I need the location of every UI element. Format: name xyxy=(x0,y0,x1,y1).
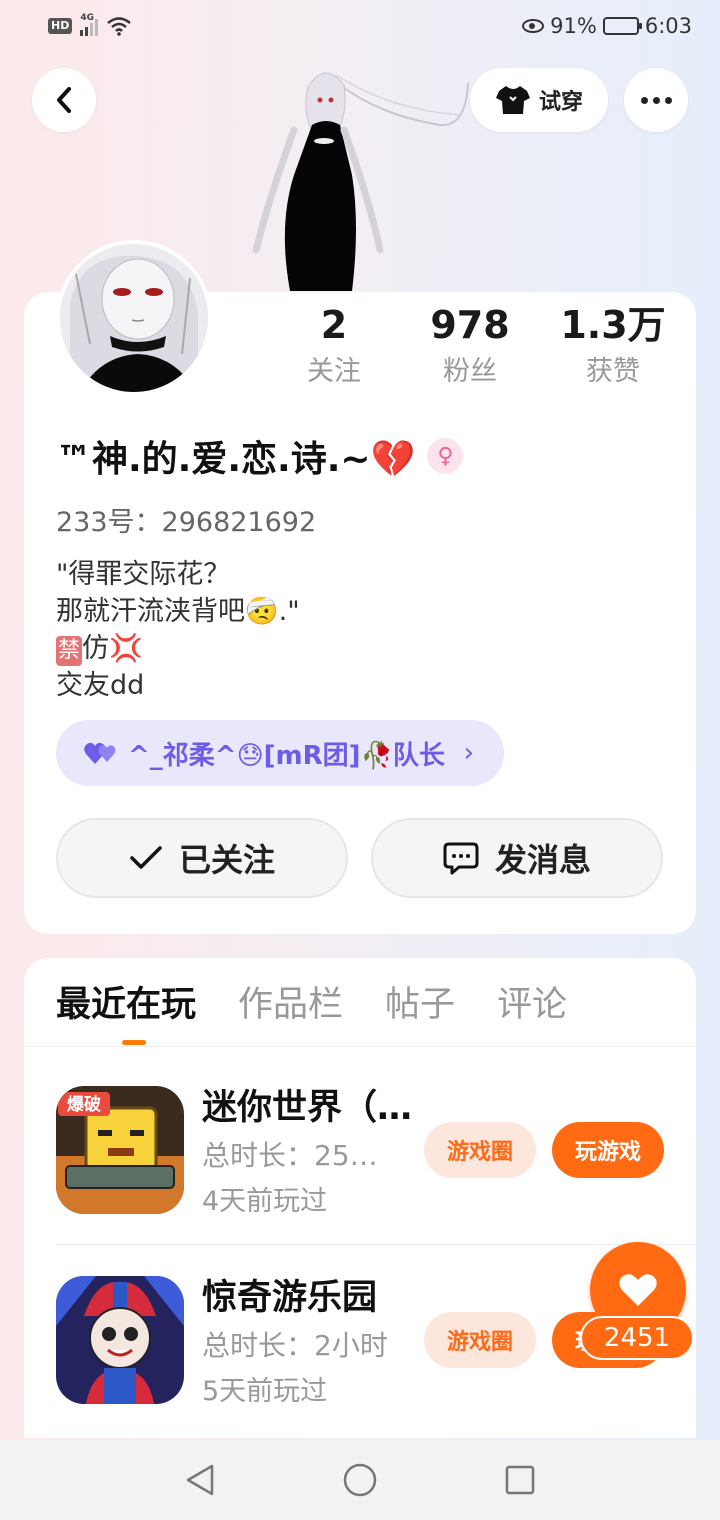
heart-icon xyxy=(619,1274,657,1306)
more-button[interactable] xyxy=(624,68,688,132)
bio-line-1: "得罪交际花？ xyxy=(56,559,231,590)
fans-label: 粉丝 xyxy=(443,356,497,387)
battery-icon xyxy=(602,17,642,35)
triangle-back-icon xyxy=(186,1464,214,1496)
game-duration: 总时长：25… xyxy=(202,1139,378,1172)
list-item[interactable]: 爆破 迷你世界（… 总时长：25… 4天前玩过 游戏圈 玩游戏 xyxy=(56,1086,696,1266)
game-name: 惊奇游乐园 xyxy=(202,1278,378,1318)
mini-world-game-icon[interactable]: 爆破 xyxy=(56,1086,184,1214)
nav-home-button[interactable] xyxy=(342,1462,378,1498)
avatar-figure-image xyxy=(252,72,469,291)
tab-works[interactable]: 作品栏 xyxy=(238,980,343,1040)
fans-count: 978 xyxy=(430,303,510,347)
followed-label: 已关注 xyxy=(178,841,275,879)
message-button[interactable]: 发消息 xyxy=(371,818,663,898)
row-divider xyxy=(56,1244,696,1245)
eye-comfort-icon xyxy=(522,19,545,33)
play-game-button[interactable]: 玩游戏 xyxy=(552,1122,664,1178)
team-name: ^_祁柔^😓[mR团]🥀队长 xyxy=(128,740,445,771)
system-nav-bar xyxy=(0,1440,720,1520)
tab-indicator xyxy=(122,1040,146,1045)
username: ™神.的.爱.恋.诗.~💔 xyxy=(56,439,416,480)
checkmark-icon xyxy=(130,846,162,869)
battery-percent: 91% xyxy=(550,14,597,38)
username-row: ™神.的.爱.恋.诗.~💔 ♀ xyxy=(56,430,464,482)
game-circle-button[interactable]: 游戏圈 xyxy=(424,1122,536,1178)
game-circle-button[interactable]: 游戏圈 xyxy=(424,1312,536,1368)
nav-back-button[interactable] xyxy=(182,1462,218,1498)
female-icon: ♀ xyxy=(427,438,464,474)
status-bar: HD 4G 91% 6:03 xyxy=(0,0,720,58)
square-recents-icon xyxy=(505,1465,535,1495)
try-on-button[interactable]: 试穿 xyxy=(470,68,608,132)
double-heart-icon xyxy=(84,742,116,764)
hd-badge: HD xyxy=(48,18,73,34)
game-last-played: 5天前玩过 xyxy=(202,1376,328,1407)
back-button[interactable] xyxy=(32,68,96,132)
chevron-right-icon: › xyxy=(463,738,474,768)
circle-home-icon xyxy=(343,1463,377,1497)
clock: 6:03 xyxy=(644,14,692,38)
message-label: 发消息 xyxy=(494,841,591,879)
ban-badge: 禁 xyxy=(56,636,83,666)
game-duration: 总时长：2小时 xyxy=(202,1329,388,1362)
bio-line-4: 交友dd xyxy=(56,670,145,701)
bio-line-2: 那就汗流浃背吧🤕." xyxy=(56,596,300,627)
game-last-played: 4天前玩过 xyxy=(202,1186,328,1217)
stat-fans[interactable]: 978 粉丝 xyxy=(390,300,550,394)
bio-line-3: 禁仿💢 xyxy=(56,630,300,667)
chevron-left-icon xyxy=(57,87,71,113)
tab-comments[interactable]: 评论 xyxy=(497,980,567,1040)
signal-icon: 4G xyxy=(80,13,99,36)
more-dot-icon xyxy=(664,96,672,104)
followed-button[interactable]: 已关注 xyxy=(56,818,348,898)
avatar-portrait-image xyxy=(60,244,208,392)
like-count: 2451 xyxy=(580,1316,694,1360)
tab-recently-played[interactable]: 最近在玩 xyxy=(56,980,196,1040)
svg-text:爆破: 爆破 xyxy=(67,1094,101,1115)
avatar[interactable] xyxy=(56,240,212,396)
likes-label: 获赞 xyxy=(586,356,640,387)
more-dot-icon xyxy=(652,96,660,104)
amazing-circus-game-icon[interactable] xyxy=(56,1276,184,1404)
team-chip[interactable]: ^_祁柔^😓[mR团]🥀队长 › xyxy=(56,720,504,786)
likes-count: 1.3万 xyxy=(560,303,666,347)
tab-posts[interactable]: 帖子 xyxy=(385,980,455,1040)
game-name: 迷你世界（… xyxy=(202,1088,413,1128)
profile-tabs: 最近在玩 作品栏 帖子 评论 xyxy=(56,980,676,1040)
nav-recents-button[interactable] xyxy=(502,1462,538,1498)
tabs-divider xyxy=(24,1046,696,1047)
user-id: 233号：296821692 xyxy=(56,507,317,538)
chat-bubble-icon xyxy=(443,842,479,875)
tshirt-icon xyxy=(495,86,530,114)
bio: "得罪交际花？ 那就汗流浃背吧🤕." 禁仿💢 交友dd xyxy=(56,556,300,704)
more-dot-icon xyxy=(640,96,648,104)
bio-line-3-text: 仿💢 xyxy=(82,633,143,664)
wifi-icon xyxy=(107,17,132,36)
stat-likes[interactable]: 1.3万 获赞 xyxy=(533,300,693,394)
try-on-label: 试穿 xyxy=(538,90,583,115)
